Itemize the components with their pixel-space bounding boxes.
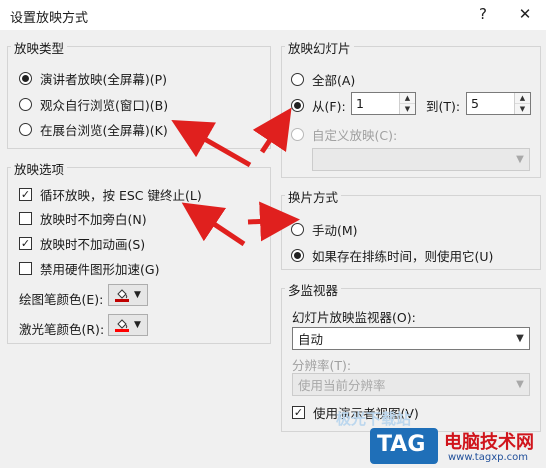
watermark-site-name: 电脑技术网 (444, 432, 534, 453)
paint-bucket-icon (115, 288, 130, 302)
radio-presenter-label: 演讲者放映(全屏幕)(P) (40, 72, 168, 87)
radio-kiosk-indicator[interactable] (19, 123, 32, 136)
check-no-animation[interactable]: ✓ 放映时不加动画(S) (19, 234, 145, 253)
check-no-narration[interactable]: 放映时不加旁白(N) (19, 209, 147, 228)
help-button[interactable]: ? (470, 2, 496, 26)
radio-slide-range-indicator[interactable] (291, 99, 304, 112)
radio-custom-show-indicator[interactable] (291, 128, 304, 141)
chevron-down-icon: ▼ (516, 379, 524, 390)
pen-color-label: 绘图笔颜色(E): (19, 292, 104, 307)
radio-custom-show[interactable]: 自定义放映(C): (291, 125, 397, 144)
dialog-title: 设置放映方式 (10, 11, 89, 26)
advance-legend: 换片方式 (285, 187, 342, 206)
radio-all-slides[interactable]: 全部(A) (291, 70, 355, 89)
radio-all-slides-indicator[interactable] (291, 73, 304, 86)
to-slide-spinner[interactable]: 5 ▲ ▼ (466, 92, 531, 115)
chevron-down-icon: ▼ (134, 320, 141, 330)
radio-browse-window-label: 观众自行浏览(窗口)(B) (40, 98, 169, 113)
radio-use-timings-label: 如果存在排练时间，则使用它(U) (312, 249, 494, 264)
radio-use-timings-indicator[interactable] (291, 249, 304, 262)
chevron-down-icon: ▼ (134, 290, 141, 300)
radio-slide-range[interactable]: 从(F): (291, 96, 346, 115)
radio-use-timings[interactable]: 如果存在排练时间，则使用它(U) (291, 246, 493, 265)
slides-legend: 放映幻灯片 (285, 38, 354, 57)
check-no-narration-label: 放映时不加旁白(N) (40, 212, 147, 227)
chevron-down-icon: ▼ (516, 154, 524, 165)
show-type-legend: 放映类型 (11, 38, 68, 57)
radio-browse-window-indicator[interactable] (19, 98, 32, 111)
from-slide-value[interactable]: 1 (352, 93, 399, 114)
radio-all-slides-label: 全部(A) (312, 73, 356, 88)
monitor-value: 自动 (298, 332, 324, 347)
resolution-select[interactable]: 使用当前分辨率 ▼ (292, 373, 530, 396)
check-loop[interactable]: ✓ 循环放映，按 ESC 键终止(L) (19, 185, 202, 204)
watermark-faded-text: 极光下载站 (336, 410, 412, 428)
resolution-label: 分辨率(T): (292, 358, 352, 373)
show-options-legend: 放映选项 (11, 159, 68, 178)
close-button[interactable]: ✕ (512, 2, 538, 26)
radio-kiosk-label: 在展台浏览(全屏幕)(K) (40, 123, 168, 138)
tag-logo-text: TAG (377, 432, 426, 457)
radio-slide-range-label: 从(F): (312, 99, 346, 114)
check-presenter-view-box[interactable]: ✓ (292, 406, 305, 419)
spin-down-icon[interactable]: ▼ (515, 103, 530, 114)
to-slide-value[interactable]: 5 (467, 93, 514, 114)
radio-presenter[interactable]: 演讲者放映(全屏幕)(P) (19, 69, 167, 88)
check-disable-hw-accel-box[interactable] (19, 262, 32, 275)
check-loop-label: 循环放映，按 ESC 键终止(L) (40, 188, 202, 203)
monitor-label: 幻灯片放映监视器(O): (292, 310, 416, 325)
check-disable-hw-accel[interactable]: 禁用硬件图形加速(G) (19, 259, 159, 278)
check-loop-box[interactable]: ✓ (19, 188, 32, 201)
radio-kiosk[interactable]: 在展台浏览(全屏幕)(K) (19, 120, 168, 139)
check-no-animation-box[interactable]: ✓ (19, 237, 32, 250)
laser-color-picker[interactable]: ▼ (108, 314, 148, 336)
watermark-site-url: www.tagxp.com (448, 452, 528, 463)
monitors-legend: 多监视器 (285, 280, 342, 299)
check-no-animation-label: 放映时不加动画(S) (40, 237, 146, 252)
from-slide-spinner[interactable]: 1 ▲ ▼ (351, 92, 416, 115)
monitor-select[interactable]: 自动 ▼ (292, 327, 530, 350)
pen-color-picker[interactable]: ▼ (108, 284, 148, 306)
spin-up-icon[interactable]: ▲ (515, 93, 530, 103)
check-no-narration-box[interactable] (19, 212, 32, 225)
chevron-down-icon: ▼ (516, 333, 524, 344)
spin-up-icon[interactable]: ▲ (400, 93, 415, 103)
radio-custom-show-label: 自定义放映(C): (312, 128, 398, 143)
radio-manual[interactable]: 手动(M) (291, 220, 358, 239)
laser-color-label: 激光笔颜色(R): (19, 322, 105, 337)
resolution-value: 使用当前分辨率 (298, 378, 386, 393)
radio-browse-window[interactable]: 观众自行浏览(窗口)(B) (19, 95, 168, 114)
radio-manual-label: 手动(M) (312, 223, 358, 238)
radio-manual-indicator[interactable] (291, 223, 304, 236)
spin-down-icon[interactable]: ▼ (400, 103, 415, 114)
paint-bucket-icon (115, 318, 130, 332)
custom-show-select[interactable]: ▼ (312, 148, 530, 171)
radio-presenter-indicator[interactable] (19, 72, 32, 85)
to-slide-label: 到(T): (426, 99, 461, 114)
check-disable-hw-accel-label: 禁用硬件图形加速(G) (40, 262, 160, 277)
